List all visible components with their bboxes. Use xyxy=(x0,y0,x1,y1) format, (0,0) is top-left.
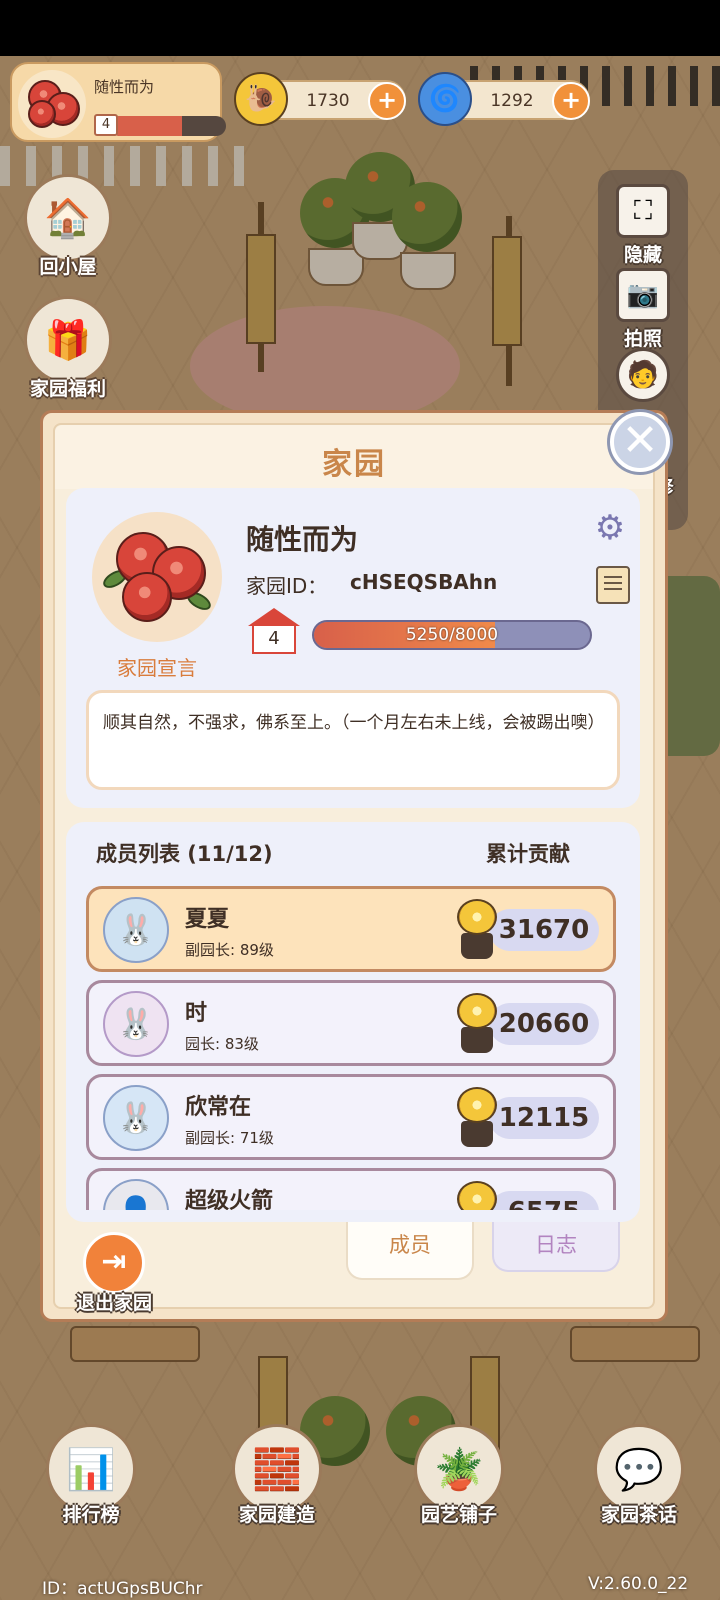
member-name: 时 xyxy=(185,1001,208,1026)
hide-ui-button[interactable]: ⛶ 隐藏 xyxy=(598,184,688,267)
declaration-label: 家园宣言 xyxy=(117,656,197,680)
player-avatar xyxy=(18,70,86,138)
member-contribution: 31670 xyxy=(489,909,599,951)
member-contribution: 20660 xyxy=(489,1003,599,1045)
exit-door-icon: ⇥ xyxy=(83,1232,145,1294)
member-role: 副园长: 89级 xyxy=(185,941,274,959)
garden-shop-label: 园艺铺子 xyxy=(420,1504,497,1526)
snail-trophy-icon xyxy=(455,899,499,961)
photo-button[interactable]: 📷 拍照 xyxy=(598,268,688,351)
declaration-text: 顺其自然，不强求，佛系至上。（一个月左右未上线，会被踢出噢） xyxy=(86,690,620,790)
member-name: 夏夏 xyxy=(185,907,230,932)
home-xp-text: 5250/8000 xyxy=(405,625,499,645)
member-avatar: 🐰 xyxy=(103,897,169,963)
version-footer: V:2.60.0_22 xyxy=(588,1574,689,1594)
home-avatar xyxy=(92,512,222,642)
member-row[interactable]: 👤 超级火箭 6575 xyxy=(86,1168,616,1210)
member-row[interactable]: 🐰 时 园长: 83级 20660 xyxy=(86,980,616,1066)
tab-log[interactable]: 日志 xyxy=(492,1222,620,1272)
house-icon: 🏠 xyxy=(24,174,112,262)
home-id-label: 家园ID： xyxy=(246,574,328,598)
player-card[interactable]: 随性而为 4 xyxy=(10,62,226,142)
exit-home-button[interactable]: ⇥ 退出家园 xyxy=(62,1232,166,1315)
snail-coin-value: 1730 xyxy=(306,91,350,111)
ranking-label: 排行榜 xyxy=(62,1504,120,1526)
home-chat-label: 家园茶话 xyxy=(600,1504,677,1526)
home-build-button[interactable]: 🧱 家园建造 xyxy=(222,1424,332,1527)
tab-members[interactable]: 成员 xyxy=(346,1222,474,1280)
member-role: 园长: 83级 xyxy=(185,1035,259,1053)
snail-coin-icon: 🐌 xyxy=(234,72,288,126)
home-xp-bar: 5250/8000 xyxy=(312,620,592,650)
photo-label: 拍照 xyxy=(623,328,662,350)
settings-gear-icon[interactable]: ⚙ xyxy=(590,508,630,548)
gem-counter: 🌀 1292 + xyxy=(418,72,590,126)
garden-shop-button[interactable]: 🪴 园艺铺子 xyxy=(404,1424,514,1527)
member-contribution: 12115 xyxy=(489,1097,599,1139)
back-home-label: 回小屋 xyxy=(39,256,97,278)
hide-ui-label: 隐藏 xyxy=(623,244,662,266)
panel-title: 家园 xyxy=(322,447,386,482)
copy-id-icon[interactable] xyxy=(596,566,630,604)
character-icon: 🧑 xyxy=(616,348,670,402)
snail-trophy-icon xyxy=(455,1181,499,1210)
player-name: 随性而为 xyxy=(94,78,155,96)
player-progress-fill xyxy=(110,116,182,136)
home-level-value: 4 xyxy=(252,624,296,654)
member-list[interactable]: 🐰 夏夏 副园长: 89级 31670 🐰 时 园长: 83级 20660 🐰 … xyxy=(66,886,640,1210)
add-coins-button[interactable]: + xyxy=(368,82,406,120)
home-build-label: 家园建造 xyxy=(238,1504,315,1526)
status-bar xyxy=(0,0,720,56)
home-chat-button[interactable]: 💬 家园茶话 xyxy=(584,1424,694,1527)
player-progress-bar xyxy=(110,116,226,136)
member-role: 副园长: 71级 xyxy=(185,1129,274,1147)
member-avatar: 👤 xyxy=(103,1179,169,1210)
player-level-badge: 4 xyxy=(94,114,118,136)
member-name: 欣常在 xyxy=(185,1095,252,1120)
snail-trophy-icon xyxy=(455,993,499,1055)
home-name: 随性而为 xyxy=(246,523,359,556)
camera-icon: 📷 xyxy=(616,268,670,322)
exit-home-label: 退出家园 xyxy=(75,1292,152,1314)
contribution-header: 累计贡献 xyxy=(486,842,570,866)
member-avatar: 🐰 xyxy=(103,1085,169,1151)
member-name: 超级火箭 xyxy=(185,1189,274,1210)
gift-icon: 🎁 xyxy=(24,296,112,384)
home-benefits-button[interactable]: 🎁 家园福利 xyxy=(16,296,120,401)
home-level-badge: 4 xyxy=(248,608,300,654)
frame-icon: ⛶ xyxy=(616,184,670,238)
snail-trophy-icon xyxy=(455,1087,499,1149)
home-id: cHSEQSBAhn xyxy=(350,570,498,594)
add-gems-button[interactable]: + xyxy=(552,82,590,120)
close-icon[interactable]: ✕ xyxy=(610,412,670,472)
member-row[interactable]: 🐰 夏夏 副园长: 89级 31670 xyxy=(86,886,616,972)
swirl-gem-icon: 🌀 xyxy=(418,72,472,126)
member-contribution: 6575 xyxy=(489,1191,599,1210)
panel-header: 家园 xyxy=(55,425,653,489)
home-benefits-label: 家园福利 xyxy=(29,378,106,400)
player-id-footer: ID：actUGpsBUChr xyxy=(42,1579,203,1599)
snail-coin-counter: 🐌 1730 + xyxy=(234,72,406,126)
member-row[interactable]: 🐰 欣常在 副园长: 71级 12115 xyxy=(86,1074,616,1160)
member-avatar: 🐰 xyxy=(103,991,169,1057)
back-home-button[interactable]: 🏠 回小屋 xyxy=(16,174,120,279)
swirl-gem-value: 1292 xyxy=(490,91,534,111)
member-list-header: 成员列表 (11/12) xyxy=(96,842,273,866)
character-button[interactable]: 🧑 xyxy=(598,348,688,402)
ranking-button[interactable]: 📊 排行榜 xyxy=(36,1424,146,1527)
